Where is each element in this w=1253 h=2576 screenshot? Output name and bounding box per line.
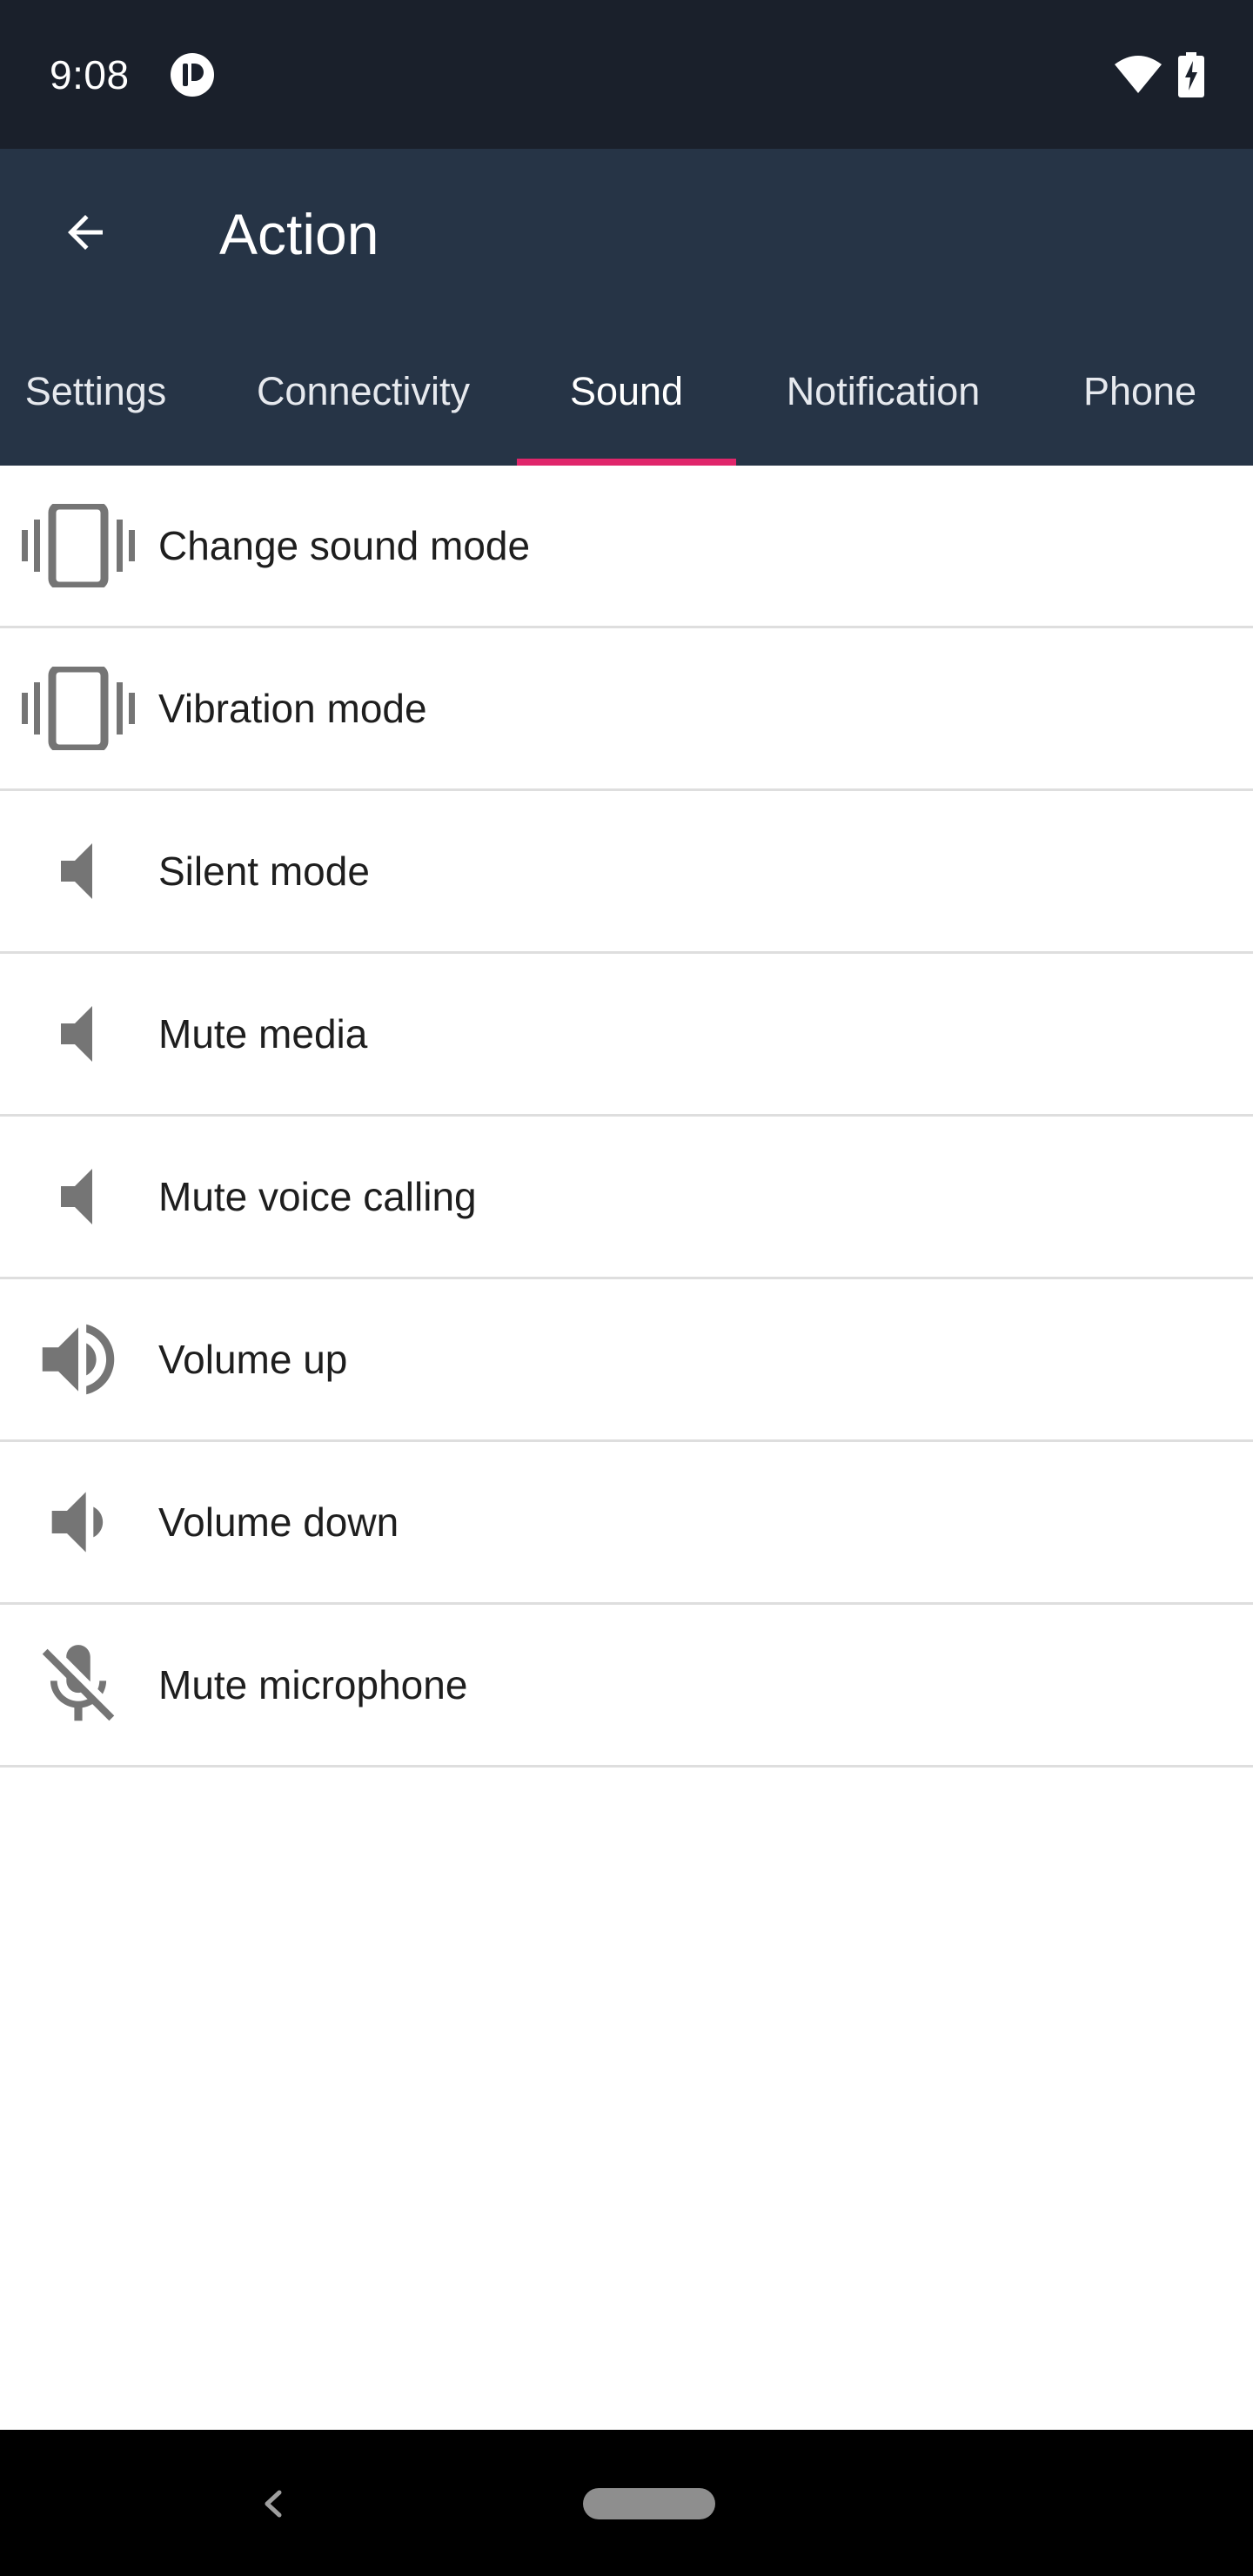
- list-item-volume-up[interactable]: Volume up: [0, 1279, 1253, 1442]
- screen: 9:08 Action Settings Connectivity Sound …: [0, 0, 1253, 2576]
- vibrate-icon: [17, 504, 139, 587]
- list-item-volume-down[interactable]: Volume down: [0, 1442, 1253, 1605]
- volume-up-icon: [17, 1318, 139, 1401]
- list-item-label: Mute media: [158, 1011, 368, 1057]
- app-notification-icon: [171, 53, 214, 97]
- list-item-label: Mute voice calling: [158, 1174, 477, 1219]
- list-item-label: Volume up: [158, 1337, 348, 1382]
- list-item-mute-media[interactable]: Mute media: [0, 954, 1253, 1117]
- speaker-icon: [17, 992, 139, 1076]
- status-bar: 9:08: [0, 0, 1253, 149]
- list-item-label: Silent mode: [158, 849, 370, 894]
- action-list: Change sound mode Vibration mode Silent …: [0, 466, 1253, 1768]
- vibrate-icon: [17, 667, 139, 750]
- list-item-mute-microphone[interactable]: Mute microphone: [0, 1605, 1253, 1768]
- list-item-label: Change sound mode: [158, 523, 531, 568]
- navigation-bar: [0, 2430, 1253, 2576]
- list-item-label: Vibration mode: [158, 686, 427, 731]
- tab-phone[interactable]: Phone: [1035, 317, 1244, 466]
- tab-settings[interactable]: Settings: [0, 317, 191, 466]
- tab-notification[interactable]: Notification: [748, 317, 1018, 466]
- list-item-vibration-mode[interactable]: Vibration mode: [0, 628, 1253, 791]
- speaker-icon: [17, 829, 139, 913]
- page-title: Action: [219, 202, 379, 266]
- battery-charging-icon: [1178, 52, 1204, 97]
- status-time: 9:08: [50, 52, 130, 97]
- tab-sound[interactable]: Sound: [517, 317, 736, 466]
- speaker-icon: [17, 1155, 139, 1238]
- back-button[interactable]: [42, 189, 129, 276]
- nav-back-icon[interactable]: [248, 2473, 297, 2534]
- list-item-silent-mode[interactable]: Silent mode: [0, 791, 1253, 954]
- tab-connectivity[interactable]: Connectivity: [218, 317, 509, 466]
- mic-off-icon: [17, 1643, 139, 1727]
- tab-indicator: [517, 459, 736, 466]
- wifi-icon: [1115, 56, 1162, 93]
- tab-bar: Settings Connectivity Sound Notification…: [0, 317, 1253, 466]
- list-item-label: Volume down: [158, 1499, 399, 1545]
- list-item-label: Mute microphone: [158, 1662, 468, 1707]
- nav-home-pill[interactable]: [583, 2488, 715, 2519]
- list-item-mute-voice-calling[interactable]: Mute voice calling: [0, 1117, 1253, 1279]
- volume-down-icon: [17, 1480, 139, 1564]
- list-item-change-sound-mode[interactable]: Change sound mode: [0, 466, 1253, 628]
- arrow-back-icon: [68, 215, 103, 250]
- app-bar: Action: [0, 149, 1253, 317]
